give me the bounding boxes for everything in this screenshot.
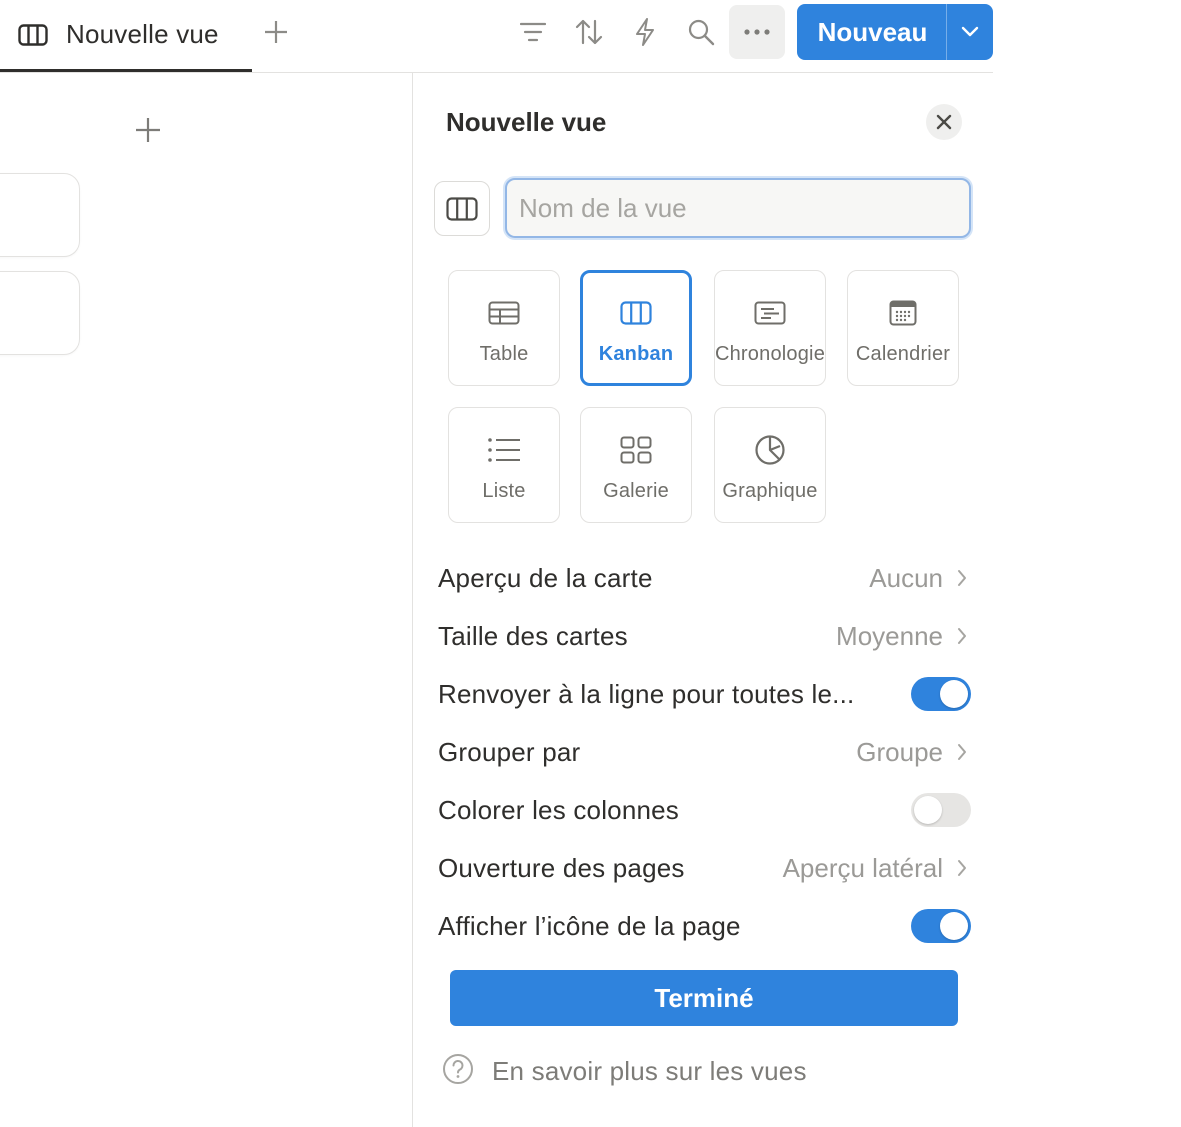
tab-nouvelle-vue[interactable]: Nouvelle vue — [0, 0, 252, 72]
search-button[interactable] — [679, 10, 723, 54]
add-view-button[interactable] — [258, 14, 294, 50]
help-icon — [442, 1053, 474, 1090]
new-button-label[interactable]: Nouveau — [797, 4, 946, 60]
board-card[interactable] — [0, 173, 80, 257]
setting-label: Grouper par — [438, 736, 581, 767]
layout-option-chart[interactable]: Graphique — [714, 407, 826, 523]
close-icon — [936, 114, 952, 130]
setting-color-columns: Colorer les colonnes — [438, 781, 971, 839]
view-icon-picker[interactable] — [434, 181, 490, 236]
plus-icon — [136, 118, 160, 142]
board-icon — [446, 196, 478, 221]
setting-card-preview[interactable]: Aperçu de la carte Aucun — [438, 549, 971, 607]
setting-value: Moyenne — [836, 620, 943, 651]
ellipsis-icon — [744, 29, 770, 35]
chart-icon — [754, 434, 786, 466]
add-group-button[interactable] — [130, 112, 166, 148]
layout-option-gallery[interactable]: Galerie — [580, 407, 692, 523]
setting-card-size[interactable]: Taille des cartes Moyenne — [438, 607, 971, 665]
learn-more-link[interactable]: En savoir plus sur les vues — [442, 1053, 807, 1090]
filter-button[interactable] — [511, 10, 555, 54]
setting-value: Aucun — [869, 562, 943, 593]
sort-button[interactable] — [567, 10, 611, 54]
lightning-icon — [636, 18, 654, 46]
list-icon — [487, 434, 521, 466]
view-name-input[interactable] — [505, 178, 971, 238]
board-icon — [620, 297, 652, 329]
layout-option-label: Calendrier — [855, 343, 951, 365]
chevron-right-icon — [957, 627, 967, 645]
setting-group-by[interactable]: Grouper par Groupe — [438, 723, 971, 781]
setting-wrap-properties: Renvoyer à la ligne pour toutes le... — [438, 665, 971, 723]
layout-option-calendar[interactable]: Calendrier — [847, 270, 959, 386]
layout-option-kanban[interactable]: Kanban — [580, 270, 692, 386]
layout-option-timeline[interactable]: Chronologie — [714, 270, 826, 386]
chevron-down-icon — [961, 26, 979, 37]
show-page-icon-toggle[interactable] — [911, 909, 971, 943]
layout-option-label: Liste — [482, 480, 526, 502]
new-view-panel: Nouvelle vue Table Kanban Chronologie — [412, 73, 993, 1127]
table-icon — [488, 297, 520, 329]
layout-option-label: Kanban — [598, 343, 674, 365]
automation-button[interactable] — [623, 10, 667, 54]
setting-label: Taille des cartes — [438, 620, 628, 651]
color-columns-toggle[interactable] — [911, 793, 971, 827]
close-button[interactable] — [926, 104, 962, 140]
layout-option-label: Graphique — [722, 480, 818, 502]
plus-icon — [265, 21, 287, 43]
setting-open-pages-in[interactable]: Ouverture des pages Aperçu latéral — [438, 839, 971, 897]
setting-value: Aperçu latéral — [782, 852, 943, 883]
layout-option-list[interactable]: Liste — [448, 407, 560, 523]
setting-label: Colorer les colonnes — [438, 794, 680, 825]
sort-icon — [575, 19, 603, 45]
chevron-right-icon — [957, 569, 967, 587]
gallery-icon — [620, 434, 652, 466]
board-icon — [18, 23, 50, 47]
search-icon — [688, 19, 715, 46]
calendar-icon — [889, 297, 917, 329]
layout-option-table[interactable]: Table — [448, 270, 560, 386]
done-button[interactable]: Terminé — [450, 970, 958, 1026]
setting-label: Ouverture des pages — [438, 852, 685, 883]
layout-option-label: Table — [479, 343, 529, 365]
timeline-icon — [754, 297, 786, 329]
learn-more-label: En savoir plus sur les vues — [492, 1056, 807, 1086]
filter-icon — [520, 22, 546, 42]
tab-label: Nouvelle vue — [66, 19, 219, 49]
chevron-right-icon — [957, 859, 967, 877]
chevron-right-icon — [957, 743, 967, 761]
setting-value: Groupe — [856, 736, 943, 767]
layout-option-label: Galerie — [603, 480, 669, 502]
board-card[interactable] — [0, 271, 80, 355]
new-button-dropdown[interactable] — [946, 4, 993, 60]
layout-option-label: Chronologie — [714, 343, 826, 365]
setting-label: Renvoyer à la ligne pour toutes le... — [438, 678, 855, 709]
new-button: Nouveau — [797, 4, 993, 60]
panel-title: Nouvelle vue — [446, 107, 607, 137]
setting-show-page-icon: Afficher l’icône de la page — [438, 897, 971, 955]
view-settings: Aperçu de la carte Aucun Taille des cart… — [438, 549, 971, 955]
view-toolbar: Nouvelle vue Nouveau — [0, 0, 993, 73]
setting-label: Afficher l’icône de la page — [438, 910, 741, 941]
more-options-button[interactable] — [729, 5, 785, 59]
wrap-properties-toggle[interactable] — [911, 677, 971, 711]
setting-label: Aperçu de la carte — [438, 562, 653, 593]
